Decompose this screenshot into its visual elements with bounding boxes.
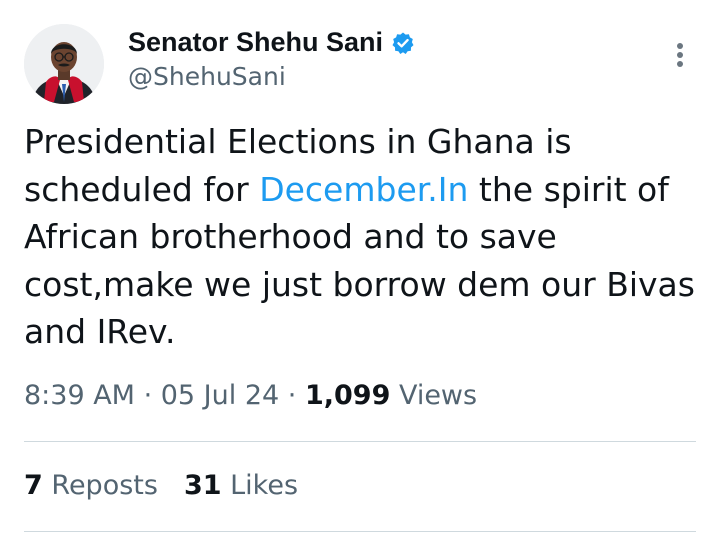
likes-label: Likes bbox=[230, 470, 299, 501]
tweet-text: Presidential Elections in Ghana is sched… bbox=[24, 118, 700, 356]
views-label: Views bbox=[390, 380, 478, 411]
author-handle[interactable]: @ShehuSani bbox=[128, 62, 286, 91]
author-display-name[interactable]: Senator Shehu Sani bbox=[128, 27, 383, 58]
verified-badge-icon bbox=[391, 31, 415, 55]
avatar-portrait-image bbox=[24, 24, 104, 104]
meta-separator: · bbox=[279, 380, 305, 411]
divider bbox=[24, 441, 696, 442]
tweet-time[interactable]: 8:39 AM bbox=[24, 380, 135, 411]
avatar[interactable] bbox=[24, 24, 104, 104]
author-name-row: Senator Shehu Sani bbox=[128, 27, 415, 58]
reposts-count: 7 bbox=[24, 470, 43, 501]
meta-separator: · bbox=[134, 380, 161, 411]
views-count: 1,099 bbox=[304, 380, 391, 411]
tweet-meta: 8:39 AM · 05 Jul 24 · 1,099 Views bbox=[24, 380, 477, 411]
divider bbox=[24, 531, 696, 532]
tweet-link[interactable]: December.In bbox=[259, 170, 468, 209]
likes-stat[interactable]: 31 Likes bbox=[184, 470, 298, 501]
engagement-stats: 7 Reposts 31 Likes bbox=[24, 470, 298, 501]
tweet-date[interactable]: 05 Jul 24 bbox=[161, 380, 279, 411]
reposts-label: Reposts bbox=[51, 470, 158, 501]
likes-count: 31 bbox=[183, 470, 222, 501]
tweet-card: Senator Shehu Sani @ShehuSani Presidenti… bbox=[0, 0, 720, 536]
reposts-stat[interactable]: 7 Reposts bbox=[24, 470, 158, 501]
more-vertical-icon[interactable] bbox=[664, 38, 696, 78]
